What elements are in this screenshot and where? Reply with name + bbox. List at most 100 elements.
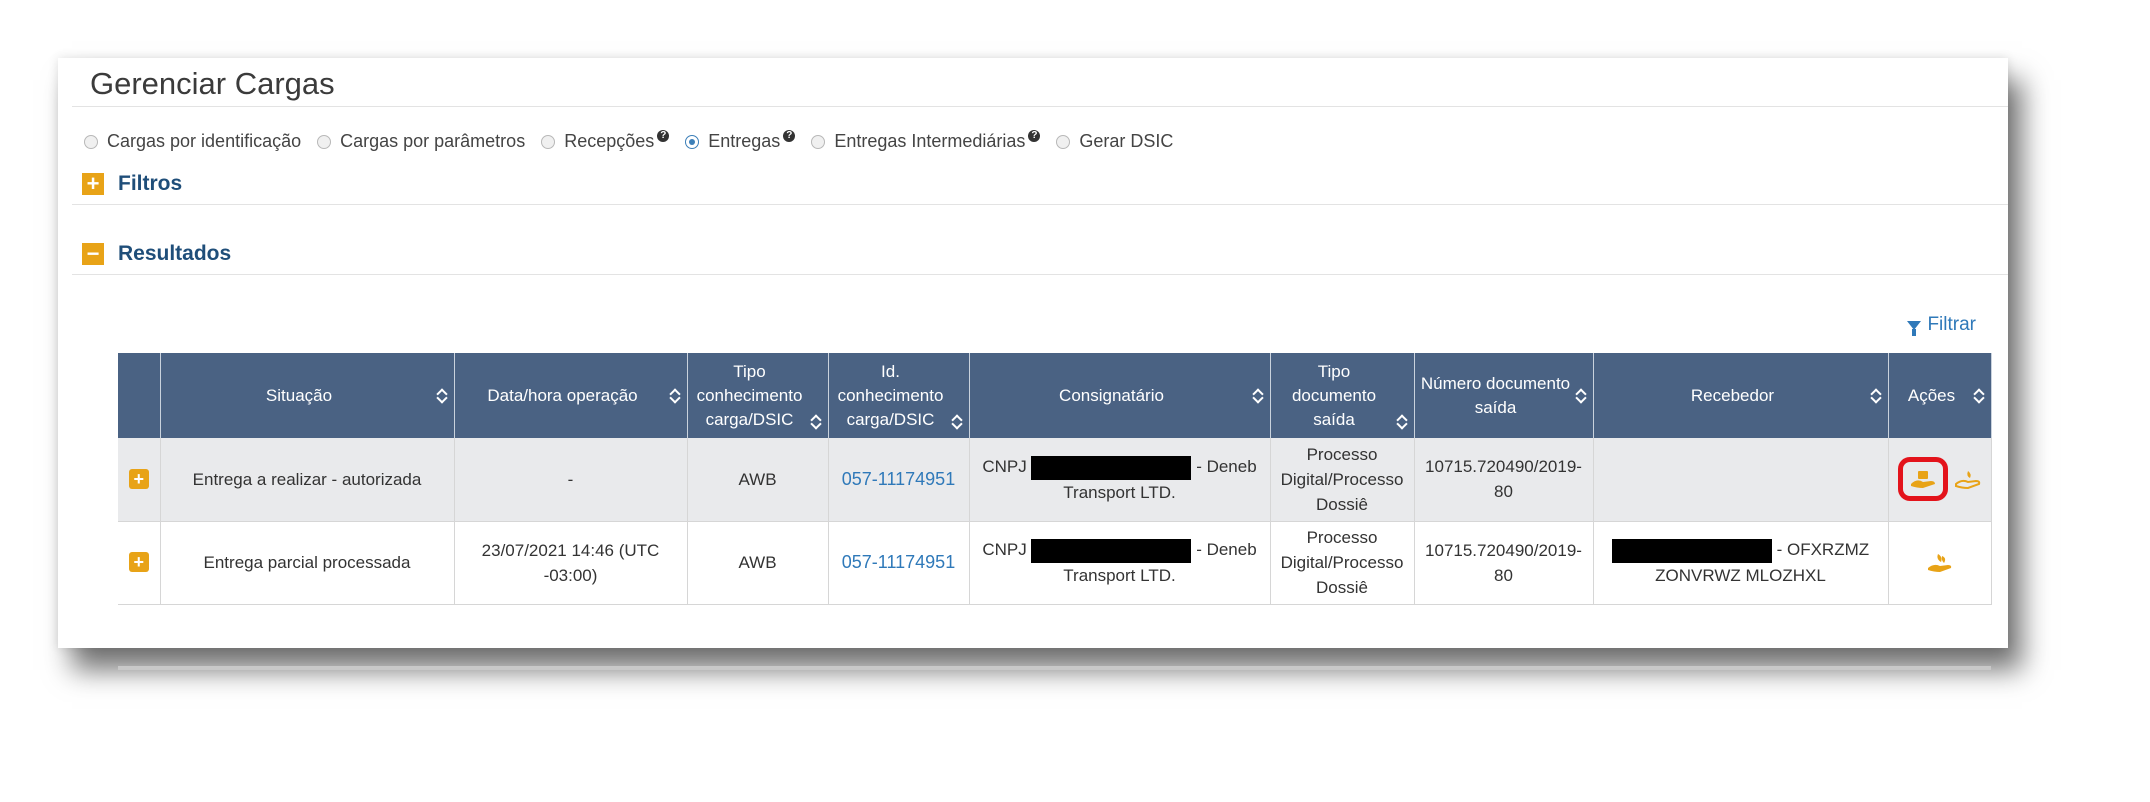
table-row: + Entrega a realizar - autorizada - AWB … [118,438,1992,522]
id-link[interactable]: 057-11174951 [842,469,955,489]
radio-entregas[interactable]: Entregas ? [685,129,796,152]
consignatario-line1: CNPJ - Deneb [976,454,1264,480]
title-divider [72,106,2008,107]
header-label: Recebedor [1690,385,1775,405]
hand-package-icon [1910,471,1935,489]
header-label: Data/hora operação [487,385,638,405]
recebedor-name-part: - OFXRZMZ [1776,540,1870,560]
recebedor-line2: ZONVRWZ MLOZHXL [1655,565,1826,585]
radio-button-selected[interactable] [685,134,700,149]
expand-icon[interactable]: + [82,173,104,195]
header-label: Id. conhecimento carga/DSIC [837,361,944,429]
col-header-numero-documento[interactable]: Número documento saída [1414,353,1594,438]
sort-icon[interactable] [1576,388,1586,404]
header-label: Número documento saída [1420,373,1571,417]
recebedor-cell [1593,438,1889,522]
cnpj-label: CNPJ [982,456,1027,476]
col-header-tipo-conhecimento[interactable]: Tipo conhecimento carga/DSIC [687,353,829,438]
header-label: Situação [265,385,333,405]
expand-cell: + [118,521,161,605]
num-doc-cell: 10715.720490/2019-80 [1414,438,1594,522]
hand-plant-icon[interactable] [1926,552,1954,574]
radio-recepcoes[interactable]: Recepções ? [541,129,670,152]
radio-button[interactable] [811,134,826,149]
col-header-id-conhecimento[interactable]: Id. conhecimento carga/DSIC [828,353,970,438]
collapse-icon[interactable]: − [82,243,104,265]
hand-plant-icon[interactable] [1954,468,1982,490]
header-label: Tipo conhecimento carga/DSIC [696,361,803,429]
table-bottom-border [118,666,1991,670]
radio-label: Gerar DSIC [1079,131,1174,151]
table-header-row: Situação Data/hora operação Tipo conheci… [118,353,1992,438]
filter-icon [1907,320,1922,336]
tipo-cell: AWB [687,438,829,522]
sort-icon[interactable] [1253,388,1263,404]
id-link[interactable]: 057-11174951 [842,552,955,572]
consignatario-line1: CNPJ - Deneb [976,537,1264,563]
resultados-label[interactable]: Resultados [118,242,231,266]
expand-cell: + [118,438,161,522]
filter-link[interactable]: Filtrar [1907,314,1976,336]
filter-link-label: Filtrar [1927,314,1976,335]
resultados-section-header[interactable]: − Resultados [82,242,231,266]
expand-row-icon[interactable]: + [128,552,149,572]
results-table: Situação Data/hora operação Tipo conheci… [118,353,1992,605]
sort-icon[interactable] [811,414,821,430]
help-icon[interactable]: ? [657,129,670,142]
radio-button[interactable] [84,134,98,149]
radio-cargas-parametros[interactable]: Cargas por parâmetros [317,131,525,152]
col-header-data-hora[interactable]: Data/hora operação [454,353,688,438]
expand-row-icon[interactable]: + [128,468,149,489]
radio-button[interactable] [1056,134,1071,149]
filtros-section-header[interactable]: + Filtros [82,172,182,196]
radio-label: Entregas [708,131,781,151]
sort-icon[interactable] [1397,414,1407,430]
deliver-action-button[interactable] [1897,457,1948,502]
tipo-cell: AWB [687,521,829,605]
sort-icon[interactable] [670,388,680,404]
sort-icon[interactable] [1871,388,1881,404]
col-header-recebedor[interactable]: Recebedor [1593,353,1889,438]
help-icon[interactable]: ? [1028,129,1041,142]
id-cell: 057-11174951 [828,438,970,522]
col-header-acoes[interactable]: Ações [1888,353,1992,438]
situacao-cell: Entrega parcial processada [160,521,455,605]
col-header-situacao[interactable]: Situação [160,353,455,438]
acoes-cell [1888,438,1992,522]
radio-gerar-dsic[interactable]: Gerar DSIC [1056,131,1173,152]
consignatario-line2: Transport LTD. [1063,482,1176,502]
actions-group [1895,457,1985,502]
filtros-label[interactable]: Filtros [118,172,182,196]
radio-button[interactable] [317,134,332,149]
col-header-tipo-documento[interactable]: Tipo documento saída [1270,353,1415,438]
id-cell: 057-11174951 [828,521,970,605]
radio-cargas-identificacao[interactable]: Cargas por identificação [84,131,301,152]
page-title: Gerenciar Cargas [90,66,335,101]
redacted-block [1031,538,1192,563]
sort-icon[interactable] [1974,388,1984,404]
consignatario-cell: CNPJ - Deneb Transport LTD. [969,521,1271,605]
cnpj-label: CNPJ [982,540,1027,560]
help-icon[interactable]: ? [783,129,796,142]
col-header-expand [118,353,161,438]
num-doc-cell: 10715.720490/2019-80 [1414,521,1594,605]
radio-label: Cargas por identificação [107,131,302,151]
sort-icon[interactable] [952,414,962,430]
resultados-divider [72,274,2008,275]
header-label: Ações [1907,385,1956,405]
data-hora-cell: 23/07/2021 14:46 (UTC -03:00) [454,521,688,605]
situacao-cell: Entrega a realizar - autorizada [160,438,455,522]
consignatario-name-part: - Deneb [1196,540,1257,560]
sort-icon[interactable] [437,388,447,404]
radio-label: Recepções [564,131,655,151]
recebedor-cell: - OFXRZMZ ZONVRWZ MLOZHXL [1593,521,1889,605]
header-label: Tipo documento saída [1291,361,1377,429]
consignatario-name-part: - Deneb [1196,456,1257,476]
radio-button[interactable] [541,134,556,149]
data-hora-cell: - [454,438,688,522]
col-header-consignatario[interactable]: Consignatário [969,353,1271,438]
tipo-doc-cell: Processo Digital/Processo Dossiê [1270,521,1415,605]
tipo-doc-cell: Processo Digital/Processo Dossiê [1270,438,1415,522]
radio-label: Cargas por parâmetros [340,131,526,151]
radio-entregas-intermediarias[interactable]: Entregas Intermediárias ? [811,129,1041,152]
